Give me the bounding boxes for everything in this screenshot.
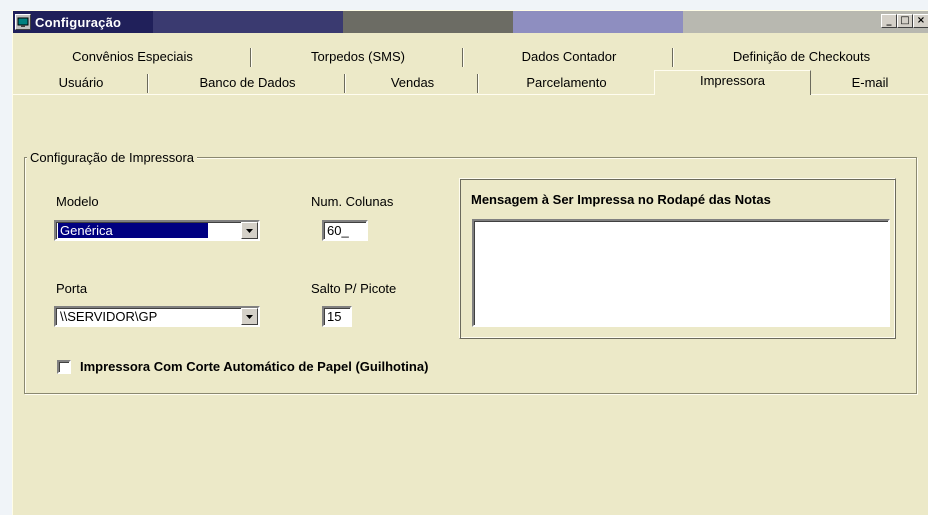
port-select-value: \\SERVIDOR\GP	[60, 309, 158, 324]
footer-message-panel: Mensagem à Ser Impressa no Rodapé das No…	[459, 178, 896, 339]
auto-cut-checkbox[interactable]	[57, 360, 71, 374]
port-label: Porta	[56, 281, 88, 296]
tab-label: Dados Contador	[521, 49, 617, 64]
tab-impressora[interactable]: Impressora	[654, 70, 811, 95]
columns-label: Num. Colunas	[311, 194, 394, 209]
tab-torpedos-sms[interactable]: Torpedos (SMS)	[252, 47, 464, 68]
auto-cut-label[interactable]: Impressora Com Corte Automático de Papel…	[80, 359, 428, 374]
model-dropdown-button[interactable]	[241, 222, 258, 239]
port-select[interactable]: \\SERVIDOR\GP	[54, 306, 260, 327]
tab-label: Definição de Checkouts	[732, 49, 871, 64]
tab-label: Torpedos (SMS)	[311, 49, 405, 64]
port-dropdown-button[interactable]	[241, 308, 258, 325]
model-label: Modelo	[56, 194, 99, 209]
chevron-down-icon	[246, 314, 253, 319]
chevron-down-icon	[246, 228, 253, 233]
printer-config-group-title: Configuração de Impressora	[27, 150, 198, 165]
columns-input[interactable]: 60_	[322, 220, 368, 241]
tab-vendas[interactable]: Vendas	[346, 73, 479, 94]
tab-label: Convênios Especiais	[72, 49, 193, 64]
footer-message-input[interactable]	[472, 219, 890, 327]
tab-label: Usuário	[58, 75, 104, 90]
tab-convenios-especiais[interactable]: Convênios Especiais	[13, 47, 252, 68]
tab-definicao-checkouts[interactable]: Definição de Checkouts	[674, 47, 928, 68]
close-button[interactable]: ×	[913, 14, 928, 28]
tab-label: Parcelamento	[526, 75, 607, 90]
minimize-button[interactable]: _	[881, 14, 897, 28]
configuration-window: Configuração _ □ × Convênios Especiais T…	[12, 10, 928, 515]
app-icon[interactable]	[15, 14, 31, 30]
tab-parcelamento[interactable]: Parcelamento	[479, 73, 654, 94]
footer-message-title: Mensagem à Ser Impressa no Rodapé das No…	[471, 192, 771, 207]
tab-label: E-mail	[851, 75, 889, 90]
tab-label: Impressora	[699, 73, 766, 88]
title-bar[interactable]: Configuração _ □ ×	[13, 11, 928, 33]
window-title: Configuração	[35, 14, 122, 30]
maximize-button[interactable]: □	[897, 14, 913, 28]
window-controls: _ □ ×	[881, 14, 928, 28]
tab-row-bottom: Usuário Banco de Dados Vendas Parcelamen…	[13, 70, 928, 95]
tab-label: Banco de Dados	[199, 75, 296, 90]
tab-banco-de-dados[interactable]: Banco de Dados	[149, 73, 346, 94]
model-select[interactable]: Genérica	[54, 220, 260, 241]
model-select-value: Genérica	[58, 223, 208, 238]
tab-dados-contador[interactable]: Dados Contador	[464, 47, 674, 68]
tab-row-top: Convênios Especiais Torpedos (SMS) Dados…	[13, 47, 928, 68]
tab-e-mail[interactable]: E-mail	[811, 73, 928, 94]
cut-input[interactable]: 15	[322, 306, 352, 327]
tab-usuario[interactable]: Usuário	[13, 73, 149, 94]
tab-label: Vendas	[390, 75, 435, 90]
cut-label: Salto P/ Picote	[311, 281, 397, 296]
